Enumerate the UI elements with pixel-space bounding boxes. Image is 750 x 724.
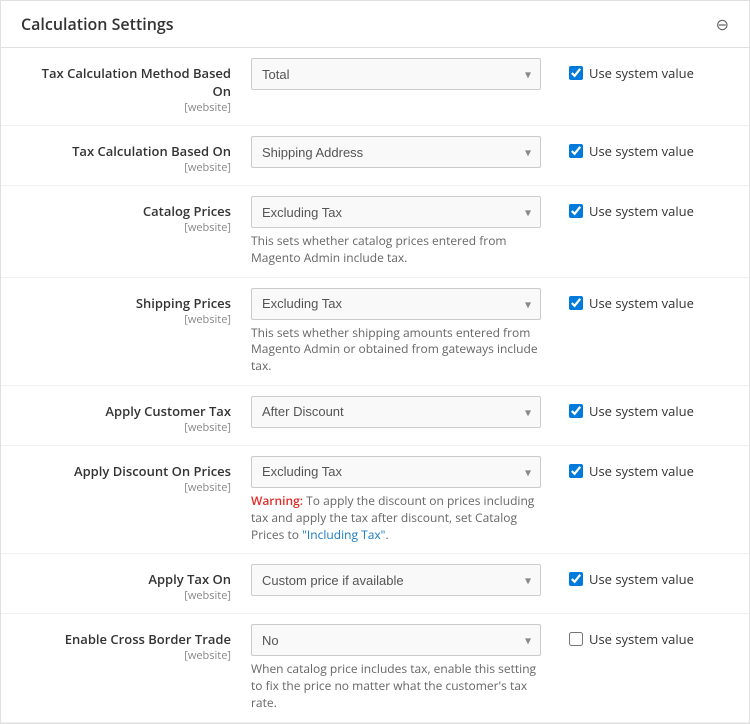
label-main-tax-calc-based-on: Tax Calculation Based On bbox=[21, 142, 231, 160]
hint-text-apply-discount-on-prices: Warning: To apply the discount on prices… bbox=[251, 493, 541, 543]
system-value-col-apply-customer-tax: Use system value bbox=[569, 396, 729, 420]
system-value-checkbox-apply-discount-on-prices[interactable] bbox=[569, 464, 583, 478]
system-value-checkbox-tax-calc-based-on[interactable] bbox=[569, 144, 583, 158]
label-col-apply-customer-tax: Apply Customer Tax[website] bbox=[21, 396, 251, 435]
label-main-shipping-prices: Shipping Prices bbox=[21, 294, 231, 312]
system-value-checkbox-catalog-prices[interactable] bbox=[569, 204, 583, 218]
system-value-checkbox-apply-customer-tax[interactable] bbox=[569, 404, 583, 418]
section-header: Calculation Settings ⊖ bbox=[1, 1, 749, 48]
label-main-catalog-prices: Catalog Prices bbox=[21, 202, 231, 220]
select-wrapper-tax-calc-based-on: Shipping AddressBilling AddressShipping … bbox=[251, 136, 541, 168]
control-col-tax-calc-based-on: Shipping AddressBilling AddressShipping … bbox=[251, 136, 569, 168]
select-tax-calc-based-on[interactable]: Shipping AddressBilling AddressShipping … bbox=[251, 136, 541, 168]
system-value-checkbox-shipping-prices[interactable] bbox=[569, 296, 583, 310]
select-wrapper-enable-cross-border: NoYes bbox=[251, 624, 541, 656]
section-title: Calculation Settings bbox=[21, 13, 174, 35]
system-value-col-apply-tax-on: Use system value bbox=[569, 564, 729, 588]
control-col-tax-calc-method: TotalUnit PriceRow Total bbox=[251, 58, 569, 90]
system-value-checkbox-tax-calc-method[interactable] bbox=[569, 66, 583, 80]
setting-row-catalog-prices: Catalog Prices[website]Excluding TaxIncl… bbox=[1, 186, 749, 278]
select-tax-calc-method[interactable]: TotalUnit PriceRow Total bbox=[251, 58, 541, 90]
setting-row-apply-customer-tax: Apply Customer Tax[website]After Discoun… bbox=[1, 386, 749, 446]
select-apply-tax-on[interactable]: Custom price if availableOriginal price … bbox=[251, 564, 541, 596]
system-value-col-shipping-prices: Use system value bbox=[569, 288, 729, 312]
setting-row-tax-calc-based-on: Tax Calculation Based On[website]Shippin… bbox=[1, 126, 749, 186]
system-value-col-apply-discount-on-prices: Use system value bbox=[569, 456, 729, 480]
label-sub-apply-discount-on-prices: [website] bbox=[21, 480, 231, 495]
select-wrapper-shipping-prices: Excluding TaxIncluding Tax bbox=[251, 288, 541, 320]
system-value-label-catalog-prices: Use system value bbox=[589, 202, 694, 220]
system-value-label-tax-calc-based-on: Use system value bbox=[589, 142, 694, 160]
select-enable-cross-border[interactable]: NoYes bbox=[251, 624, 541, 656]
label-sub-apply-tax-on: [website] bbox=[21, 588, 231, 603]
hint-link-apply-discount-on-prices[interactable]: "Including Tax" bbox=[302, 526, 385, 543]
system-value-label-tax-calc-method: Use system value bbox=[589, 64, 694, 82]
label-col-tax-calc-method: Tax Calculation Method Based On[website] bbox=[21, 58, 251, 115]
select-wrapper-apply-discount-on-prices: Excluding TaxIncluding Tax bbox=[251, 456, 541, 488]
select-wrapper-tax-calc-method: TotalUnit PriceRow Total bbox=[251, 58, 541, 90]
label-col-tax-calc-based-on: Tax Calculation Based On[website] bbox=[21, 136, 251, 175]
setting-row-apply-tax-on: Apply Tax On[website]Custom price if ava… bbox=[1, 554, 749, 614]
control-col-apply-tax-on: Custom price if availableOriginal price … bbox=[251, 564, 569, 596]
hint-text-catalog-prices: This sets whether catalog prices entered… bbox=[251, 233, 541, 267]
label-sub-catalog-prices: [website] bbox=[21, 220, 231, 235]
system-value-label-enable-cross-border: Use system value bbox=[589, 630, 694, 648]
label-sub-tax-calc-method: [website] bbox=[21, 100, 231, 115]
system-value-label-apply-tax-on: Use system value bbox=[589, 570, 694, 588]
setting-row-tax-calc-method: Tax Calculation Method Based On[website]… bbox=[1, 48, 749, 126]
settings-body: Tax Calculation Method Based On[website]… bbox=[1, 48, 749, 723]
select-apply-discount-on-prices[interactable]: Excluding TaxIncluding Tax bbox=[251, 456, 541, 488]
hint-text-enable-cross-border: When catalog price includes tax, enable … bbox=[251, 661, 541, 711]
control-col-shipping-prices: Excluding TaxIncluding Tax This sets whet… bbox=[251, 288, 569, 375]
warning-label-apply-discount-on-prices: Warning: bbox=[251, 492, 303, 509]
system-value-label-shipping-prices: Use system value bbox=[589, 294, 694, 312]
label-sub-tax-calc-based-on: [website] bbox=[21, 160, 231, 175]
select-wrapper-catalog-prices: Excluding TaxIncluding Tax bbox=[251, 196, 541, 228]
select-wrapper-apply-tax-on: Custom price if availableOriginal price … bbox=[251, 564, 541, 596]
system-value-col-tax-calc-method: Use system value bbox=[569, 58, 729, 82]
label-main-tax-calc-method: Tax Calculation Method Based On bbox=[21, 64, 231, 100]
label-main-enable-cross-border: Enable Cross Border Trade bbox=[21, 630, 231, 648]
system-value-col-enable-cross-border: Use system value bbox=[569, 624, 729, 648]
system-value-col-tax-calc-based-on: Use system value bbox=[569, 136, 729, 160]
control-col-catalog-prices: Excluding TaxIncluding Tax This sets whet… bbox=[251, 196, 569, 267]
label-main-apply-tax-on: Apply Tax On bbox=[21, 570, 231, 588]
setting-row-shipping-prices: Shipping Prices[website]Excluding TaxInc… bbox=[1, 278, 749, 386]
select-catalog-prices[interactable]: Excluding TaxIncluding Tax bbox=[251, 196, 541, 228]
control-col-enable-cross-border: NoYes When catalog price includes tax, en… bbox=[251, 624, 569, 711]
hint-text-shipping-prices: This sets whether shipping amounts enter… bbox=[251, 325, 541, 375]
setting-row-enable-cross-border: Enable Cross Border Trade[website]NoYesW… bbox=[1, 614, 749, 722]
system-value-checkbox-apply-tax-on[interactable] bbox=[569, 572, 583, 586]
setting-row-apply-discount-on-prices: Apply Discount On Prices[website]Excludi… bbox=[1, 446, 749, 554]
label-sub-shipping-prices: [website] bbox=[21, 312, 231, 327]
system-value-checkbox-enable-cross-border[interactable] bbox=[569, 632, 583, 646]
select-shipping-prices[interactable]: Excluding TaxIncluding Tax bbox=[251, 288, 541, 320]
label-sub-enable-cross-border: [website] bbox=[21, 648, 231, 663]
label-main-apply-discount-on-prices: Apply Discount On Prices bbox=[21, 462, 231, 480]
collapse-icon[interactable]: ⊖ bbox=[716, 13, 729, 35]
control-col-apply-customer-tax: After DiscountBefore Discount bbox=[251, 396, 569, 428]
label-col-shipping-prices: Shipping Prices[website] bbox=[21, 288, 251, 327]
label-col-apply-tax-on: Apply Tax On[website] bbox=[21, 564, 251, 603]
label-main-apply-customer-tax: Apply Customer Tax bbox=[21, 402, 231, 420]
label-col-catalog-prices: Catalog Prices[website] bbox=[21, 196, 251, 235]
control-col-apply-discount-on-prices: Excluding TaxIncluding Tax Warning: To ap… bbox=[251, 456, 569, 543]
system-value-label-apply-discount-on-prices: Use system value bbox=[589, 462, 694, 480]
page-wrapper: Calculation Settings ⊖ Tax Calculation M… bbox=[0, 0, 750, 724]
label-sub-apply-customer-tax: [website] bbox=[21, 420, 231, 435]
label-col-apply-discount-on-prices: Apply Discount On Prices[website] bbox=[21, 456, 251, 495]
select-wrapper-apply-customer-tax: After DiscountBefore Discount bbox=[251, 396, 541, 428]
system-value-col-catalog-prices: Use system value bbox=[569, 196, 729, 220]
system-value-label-apply-customer-tax: Use system value bbox=[589, 402, 694, 420]
select-apply-customer-tax[interactable]: After DiscountBefore Discount bbox=[251, 396, 541, 428]
label-col-enable-cross-border: Enable Cross Border Trade[website] bbox=[21, 624, 251, 663]
